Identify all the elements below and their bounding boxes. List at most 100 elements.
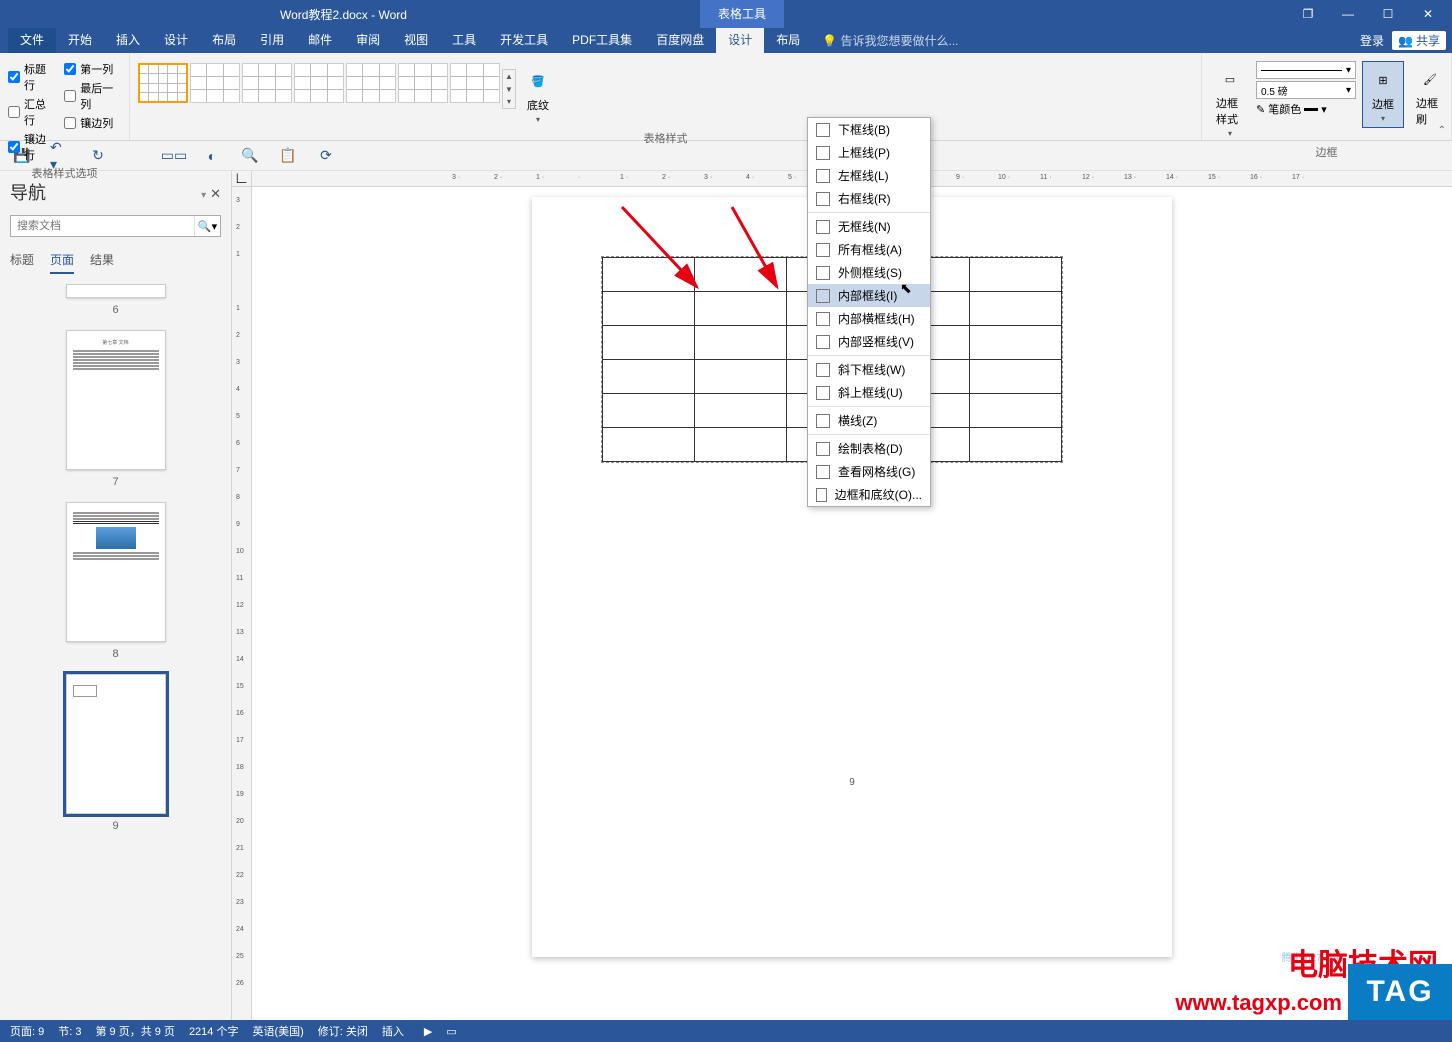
reading-icon[interactable]: ▭▭ xyxy=(164,146,184,166)
share-button[interactable]: 👥 共享 xyxy=(1392,31,1446,50)
tab-developer[interactable]: 开发工具 xyxy=(488,28,560,53)
tab-mailings[interactable]: 邮件 xyxy=(296,28,344,53)
opt-header-row[interactable]: 标题行 xyxy=(8,61,54,93)
watermark-url: www.tagxp.com xyxy=(1175,990,1342,1016)
border-menu-item[interactable]: 斜上框线(U) xyxy=(808,381,930,404)
tab-review[interactable]: 审阅 xyxy=(344,28,392,53)
tab-baidu[interactable]: 百度网盘 xyxy=(644,28,716,53)
border-menu-item[interactable]: 边框和底纹(O)... xyxy=(808,483,930,506)
color-swatch-icon xyxy=(1304,108,1318,111)
rotate-icon[interactable]: ⟳ xyxy=(316,146,336,166)
minimize-button[interactable]: — xyxy=(1330,0,1366,28)
border-menu-item[interactable]: 下框线(B) xyxy=(808,118,930,141)
search-input[interactable] xyxy=(11,216,194,236)
nav-tab-headings[interactable]: 标题 xyxy=(10,251,34,274)
shading-button[interactable]: 🪣 底纹▾ xyxy=(518,63,558,128)
page-thumb[interactable]: 第七章 文档 xyxy=(66,330,166,470)
border-menu-item[interactable]: 所有框线(A) xyxy=(808,238,930,261)
border-type-icon xyxy=(816,220,830,234)
page-thumb[interactable] xyxy=(66,284,166,298)
tab-home[interactable]: 开始 xyxy=(56,28,104,53)
tab-insert[interactable]: 插入 xyxy=(104,28,152,53)
status-bar: 页面: 9 节: 3 第 9 页，共 9 页 2214 个字 英语(美国) 修订… xyxy=(0,1020,1452,1042)
tab-view[interactable]: 视图 xyxy=(392,28,440,53)
status-section[interactable]: 节: 3 xyxy=(58,1023,81,1039)
nav-title: 导航 xyxy=(10,179,46,205)
tab-design[interactable]: 设计 xyxy=(152,28,200,53)
borders-dropdown-menu: 下框线(B)上框线(P)左框线(L)右框线(R)无框线(N)所有框线(A)外侧框… xyxy=(807,117,931,507)
opt-last-col[interactable]: 最后一列 xyxy=(64,80,121,112)
borders-dropdown-button[interactable]: ⊞ 边框▾ xyxy=(1362,61,1404,128)
page-thumb[interactable] xyxy=(66,674,166,814)
line-weight-dropdown[interactable]: 0.5 磅▾ xyxy=(1256,81,1356,99)
border-menu-item[interactable]: 内部竖框线(V) xyxy=(808,330,930,353)
border-type-icon xyxy=(816,386,830,400)
status-page[interactable]: 页面: 9 xyxy=(10,1023,44,1039)
touch-icon[interactable]: ◐ xyxy=(202,146,222,166)
thumb-number: 7 xyxy=(10,476,221,488)
maximize-button[interactable]: ☐ xyxy=(1370,0,1406,28)
opt-banded-cols[interactable]: 镶边列 xyxy=(64,115,121,131)
tab-pdf[interactable]: PDF工具集 xyxy=(560,28,644,53)
attach-icon[interactable]: 📋 xyxy=(278,146,298,166)
border-type-icon xyxy=(816,335,830,349)
nav-search-box[interactable]: 🔍▾ xyxy=(10,215,221,237)
pen-color-dropdown[interactable]: ✎ 笔颜色 ▾ xyxy=(1256,101,1356,117)
tell-me-search[interactable]: 💡 告诉我您想要做什么... xyxy=(822,32,958,49)
table-style-gallery[interactable]: ▲▼▾ 🪣 底纹▾ xyxy=(138,57,1193,128)
nav-tab-results[interactable]: 结果 xyxy=(90,251,114,274)
collapse-ribbon-icon[interactable]: ⌃ xyxy=(1438,125,1446,136)
border-menu-item[interactable]: 绘制表格(D) xyxy=(808,437,930,460)
menu-bar: 文件 开始 插入 设计 布局 引用 邮件 审阅 视图 工具 开发工具 PDF工具… xyxy=(0,28,1452,53)
close-button[interactable]: ✕ xyxy=(1410,0,1446,28)
border-styles-icon: ▭ xyxy=(1216,65,1244,93)
border-styles-button[interactable]: ▭ 边框样式▾ xyxy=(1210,61,1250,142)
close-nav-icon[interactable]: ✕ xyxy=(210,186,221,201)
border-type-icon xyxy=(816,289,830,303)
status-macro-icon[interactable]: ▶ xyxy=(424,1025,432,1038)
context-tab-layout[interactable]: 布局 xyxy=(764,28,812,53)
status-track[interactable]: 修订: 关闭 xyxy=(318,1023,368,1039)
status-display-icon[interactable]: ▭ xyxy=(446,1025,456,1038)
gallery-scroll[interactable]: ▲▼▾ xyxy=(502,69,516,109)
find-icon[interactable]: 🔍 xyxy=(240,146,260,166)
opt-total-row[interactable]: 汇总行 xyxy=(8,96,54,128)
context-tab-design[interactable]: 设计 xyxy=(716,28,764,53)
thumb-number: 9 xyxy=(10,820,221,832)
tab-file[interactable]: 文件 xyxy=(8,28,56,53)
search-icon[interactable]: 🔍▾ xyxy=(194,216,220,236)
border-menu-item[interactable]: 横线(Z) xyxy=(808,409,930,432)
border-painter-button[interactable]: 🖌 边框刷 xyxy=(1410,61,1450,131)
border-menu-item[interactable]: 左框线(L) xyxy=(808,164,930,187)
tab-references[interactable]: 引用 xyxy=(248,28,296,53)
thumb-number: 6 xyxy=(10,304,221,316)
status-words[interactable]: 2214 个字 xyxy=(189,1023,239,1039)
page-thumb[interactable] xyxy=(66,502,166,642)
cursor-icon: ⬉ xyxy=(900,280,912,297)
opt-banded-rows[interactable]: 镶边行 xyxy=(8,131,54,163)
border-menu-item[interactable]: 上框线(P) xyxy=(808,141,930,164)
ribbon-options-icon[interactable]: ❐ xyxy=(1290,0,1326,28)
group-label-borders: 边框 xyxy=(1210,144,1443,160)
login-link[interactable]: 登录 xyxy=(1360,32,1384,49)
border-menu-item[interactable]: 无框线(N) xyxy=(808,215,930,238)
page-number: 9 xyxy=(572,777,1132,788)
tab-tools[interactable]: 工具 xyxy=(440,28,488,53)
opt-first-col[interactable]: 第一列 xyxy=(64,61,121,77)
status-lang[interactable]: 英语(美国) xyxy=(252,1023,303,1039)
border-menu-item[interactable]: 斜下框线(W) xyxy=(808,358,930,381)
border-type-icon xyxy=(816,243,830,257)
border-menu-item[interactable]: 查看网格线(G) xyxy=(808,460,930,483)
border-type-icon xyxy=(816,266,830,280)
ruler-corner[interactable]: ∟ xyxy=(232,171,252,187)
vertical-ruler[interactable]: 3211234567891011121314151617181920212223… xyxy=(232,187,252,1020)
border-menu-item[interactable]: 右框线(R) xyxy=(808,187,930,210)
border-menu-item[interactable]: 内部横框线(H) xyxy=(808,307,930,330)
line-style-dropdown[interactable]: ▾ xyxy=(1256,61,1356,79)
border-type-icon xyxy=(816,465,830,479)
status-insert[interactable]: 插入 xyxy=(382,1023,404,1039)
nav-tab-pages[interactable]: 页面 xyxy=(50,251,74,274)
border-type-icon xyxy=(816,442,830,456)
tab-layout[interactable]: 布局 xyxy=(200,28,248,53)
status-page-of[interactable]: 第 9 页，共 9 页 xyxy=(95,1023,174,1039)
